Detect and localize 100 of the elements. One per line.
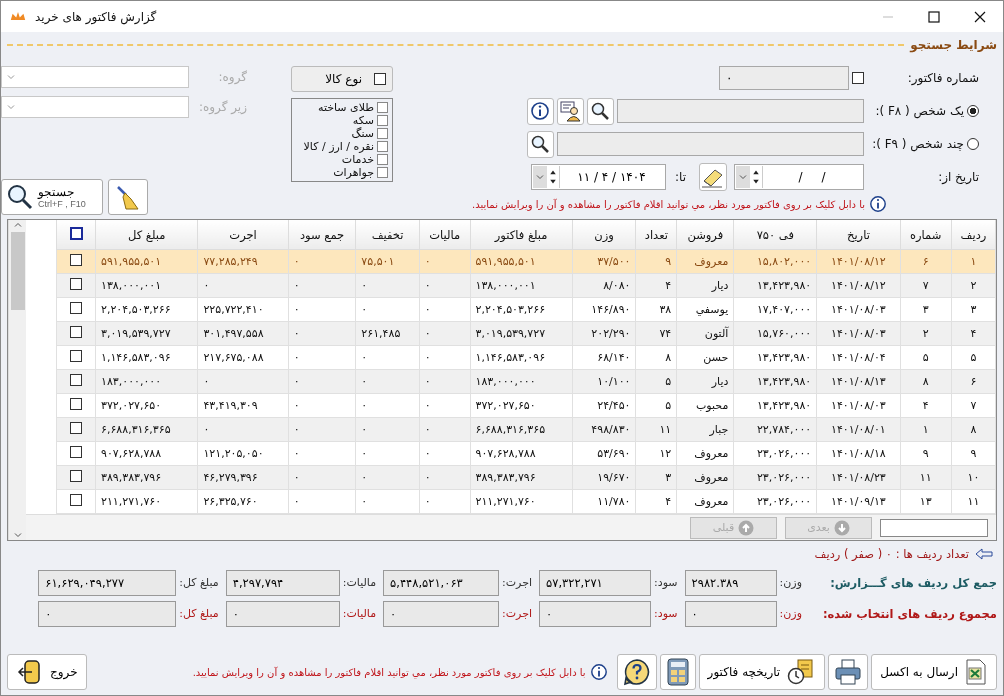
column-header[interactable]: تخفیف bbox=[355, 220, 420, 250]
column-header[interactable]: فی ۷۵۰ bbox=[733, 220, 817, 250]
exit-button[interactable]: خروج bbox=[7, 654, 87, 690]
info-button[interactable] bbox=[527, 97, 554, 125]
input-field[interactable]: ۰ bbox=[684, 600, 777, 627]
table-row[interactable]: ۷ ۴ ۱۴۰۱/۰۸/۰۳ ۱۳,۴۲۳,۹۸۰ محبوب ۵ ۲۴/۴۵۰ ۳۷۲,۰۲۷,۶۵۰ ۰ ۰ ۰ ۴۳,۴۱۹,۳۰۹ ۳۷۲,۰۲۷,۶۵۰ bbox=[56, 393, 996, 418]
excel-button[interactable]: ارسال به اکسل bbox=[871, 654, 997, 690]
eraser-button[interactable] bbox=[699, 163, 727, 191]
item-type-button[interactable]: نوع کالا bbox=[291, 66, 393, 92]
checkbox[interactable] bbox=[377, 128, 388, 139]
table-cell: ۱۳,۴۲۳,۹۸۰ bbox=[733, 369, 817, 394]
row-checkbox[interactable] bbox=[70, 398, 82, 410]
date-field[interactable]: ۱۴۰۴ / ۴ / ۱۱ bbox=[530, 164, 666, 190]
table-cell: ۰ bbox=[355, 441, 420, 466]
checkbox[interactable] bbox=[377, 115, 388, 126]
row-checkbox[interactable] bbox=[70, 374, 82, 386]
input-field[interactable]: ۴,۲۹۷,۷۹۴ bbox=[225, 569, 340, 596]
checkbox[interactable] bbox=[852, 72, 864, 84]
table-cell: ۵ bbox=[951, 345, 996, 370]
select-all-checkbox[interactable] bbox=[69, 226, 83, 240]
table-cell: ۳۸۹,۳۸۳,۷۹۶ bbox=[95, 465, 198, 490]
column-header[interactable]: شماره bbox=[900, 220, 952, 250]
table-cell: ۸/۰۸۰ bbox=[572, 273, 636, 298]
scrollbar[interactable] bbox=[8, 220, 26, 540]
row-checkbox[interactable] bbox=[70, 254, 82, 266]
table-row[interactable]: ۲ ۷ ۱۴۰۱/۰۸/۱۲ ۱۳,۴۲۳,۹۸۰ دیار ۴ ۸/۰۸۰ ۱۳۸,۰۰۰,۰۰۱ ۰ ۰ ۰ ۰ ۱۳۸,۰۰۰,۰۰۱ bbox=[56, 273, 996, 298]
search-button[interactable] bbox=[527, 130, 554, 158]
row-checkbox[interactable] bbox=[70, 278, 82, 290]
table-cell: ۵ bbox=[900, 345, 952, 370]
table-row[interactable]: ۶ ۸ ۱۴۰۱/۰۸/۱۳ ۱۳,۴۲۳,۹۸۰ دیار ۵ ۱۰/۱۰۰ ۱۸۳,۰۰۰,۰۰۰ ۰ ۰ ۰ ۰ ۱۸۳,۰۰۰,۰۰۰ bbox=[56, 369, 996, 394]
row-checkbox[interactable] bbox=[70, 470, 82, 482]
column-header[interactable]: اجرت bbox=[197, 220, 289, 250]
table-row[interactable]: ۵ ۵ ۱۴۰۱/۰۸/۰۴ ۱۳,۴۲۳,۹۸۰ حسن ۸ ۶۸/۱۴۰ ۱,۱۴۶,۵۸۳,۰۹۶ ۰ ۰ ۰ ۲۱۷,۶۷۵,۰۸۸ ۱,۱۴۶,۵۸۳,۰۹۶ bbox=[56, 345, 996, 370]
table-cell: ۱۳۸,۰۰۰,۰۰۱ bbox=[470, 273, 573, 298]
table-cell: ۱۴۰۱/۰۸/۱۳ bbox=[816, 369, 901, 394]
scrollbar-thumb[interactable] bbox=[10, 232, 25, 310]
calculator-button[interactable] bbox=[659, 654, 696, 690]
input-field[interactable]: ۰ bbox=[719, 66, 849, 90]
table-row[interactable]: ۸ ۱ ۱۴۰۱/۰۸/۰۱ ۲۲,۷۸۴,۰۰۰ جبار ۱۱ ۴۹۸/۸۳۰ ۶,۶۸۸,۳۱۶,۳۶۵ ۰ ۰ ۰ ۰ ۶,۶۸۸,۳۱۶,۳۶۵ bbox=[56, 417, 996, 442]
row-checkbox[interactable] bbox=[70, 494, 82, 506]
notice-text: با دابل کلیک بر روی فاکتور مورد نظر، مي توانيد اقلام فاکتور را مشاهده و آن را ويرايش نماييد. bbox=[472, 198, 865, 210]
column-header[interactable]: مبلغ فاکتور bbox=[470, 220, 573, 250]
row-checkbox[interactable] bbox=[70, 446, 82, 458]
table-cell: ۱۴۰۱/۰۸/۱۸ bbox=[816, 441, 901, 466]
table-cell: ۱,۱۴۶,۵۸۳,۰۹۶ bbox=[470, 345, 573, 370]
input-field[interactable]: ۵۷,۳۲۲,۲۷۱ bbox=[539, 569, 652, 596]
checkbox[interactable] bbox=[374, 73, 386, 85]
table-cell: ۰ bbox=[419, 369, 470, 394]
input-field[interactable]: ۰ bbox=[225, 600, 340, 627]
input-field[interactable]: ۶۱,۶۲۹,۰۴۹,۲۷۷ bbox=[38, 569, 177, 596]
input-field[interactable]: ۰ bbox=[38, 600, 177, 627]
table-cell: ۰ bbox=[355, 465, 420, 490]
table-cell: ۱۴۰۱/۰۸/۱۲ bbox=[816, 249, 901, 274]
table-cell: ۲ bbox=[900, 321, 952, 346]
table-cell: ۱۴۰۱/۰۸/۰۳ bbox=[816, 393, 901, 418]
app-logo-icon bbox=[9, 11, 27, 22]
checkbox[interactable] bbox=[377, 141, 388, 152]
table-row[interactable]: ۹ ۹ ۱۴۰۱/۰۸/۱۸ ۲۳,۰۲۶,۰۰۰ معروف ۱۲ ۵۳/۶۹۰ ۹۰۷,۶۲۸,۷۸۸ ۰ ۰ ۰ ۱۲۱,۲۰۵,۰۵۰ ۹۰۷,۶۲۸,۷۸۸ bbox=[56, 441, 996, 466]
table-row[interactable]: ۱ ۶ ۱۴۰۱/۰۸/۱۲ ۱۵,۸۰۲,۰۰۰ معروف ۹ ۳۷/۵۰۰ ۵۹۱,۹۵۵,۵۰۱ ۰ ۷۵,۵۰۱ ۰ ۷۷,۲۸۵,۲۴۹ ۵۹۱,۹۵۵,۵۰۱ bbox=[56, 249, 996, 274]
table-cell: ۰ bbox=[355, 393, 420, 418]
row-checkbox[interactable] bbox=[70, 326, 82, 338]
column-header[interactable]: وزن bbox=[572, 220, 636, 250]
table-cell: ۴ bbox=[900, 393, 952, 418]
column-header[interactable]: تعداد bbox=[635, 220, 677, 250]
input-field[interactable]: ۰ bbox=[539, 600, 652, 627]
checkbox[interactable] bbox=[377, 102, 388, 113]
row-checkbox[interactable] bbox=[70, 422, 82, 434]
column-header[interactable]: مالیات bbox=[419, 220, 470, 250]
table-cell: ۰ bbox=[419, 297, 470, 322]
search-button[interactable] bbox=[586, 97, 614, 125]
table-row[interactable]: ۴ ۲ ۱۴۰۱/۰۸/۰۳ ۱۵,۷۶۰,۰۰۰ آلتون ۷۴ ۲۰۲/۲۹۰ ۳,۰۱۹,۵۳۹,۷۲۷ ۰ ۲۶۱,۴۸۵ ۰ ۳۰۱,۴۹۷,۵۵۸ ۳,۰۱۹,۵۳۹,۷۲۷ bbox=[56, 321, 996, 346]
table-cell: ۸ bbox=[635, 345, 677, 370]
history-button[interactable]: تاریخچه فاکتور bbox=[698, 654, 826, 690]
table-cell: ۱۳ bbox=[900, 489, 952, 514]
input-field[interactable] bbox=[616, 99, 865, 123]
help-button[interactable] bbox=[616, 654, 657, 690]
column-header[interactable]: تاریخ bbox=[816, 220, 901, 250]
column-header[interactable]: ردیف bbox=[951, 220, 996, 250]
input-field[interactable] bbox=[880, 518, 988, 537]
clear-button[interactable] bbox=[108, 179, 148, 215]
checkbox[interactable] bbox=[377, 154, 388, 165]
table-row[interactable]: ۱۱ ۱۳ ۱۴۰۱/۰۹/۱۳ ۲۳,۰۲۶,۰۰۰ معروف ۴ ۱۱/۷۸۰ ۲۱۱,۲۷۱,۷۶۰ ۰ ۰ ۰ ۲۶,۳۲۵,۷۶۰ ۲۱۱,۲۷۱,۷۶۰ bbox=[56, 489, 996, 514]
person-card-button[interactable] bbox=[556, 97, 584, 125]
input-field[interactable]: ۲۹۸۲.۳۸۹ bbox=[684, 569, 777, 596]
column-header[interactable]: فروشن bbox=[676, 220, 734, 250]
input-field[interactable]: ۵,۴۴۸,۵۲۱,۰۶۳ bbox=[383, 569, 500, 596]
chevron-down-icon bbox=[6, 102, 16, 112]
checkbox[interactable] bbox=[377, 167, 388, 178]
radio-button[interactable] bbox=[967, 105, 979, 117]
column-header[interactable]: جمع سود bbox=[288, 220, 356, 250]
table-cell: ۲۲,۷۸۴,۰۰۰ bbox=[733, 417, 817, 442]
row-checkbox[interactable] bbox=[70, 350, 82, 362]
table-row[interactable]: ۱۰ ۱۱ ۱۴۰۱/۰۸/۲۳ ۲۳,۰۲۶,۰۰۰ معروف ۳ ۱۹/۶۷۰ ۳۸۹,۳۸۳,۷۹۶ ۰ ۰ ۰ ۴۶,۲۷۹,۳۹۶ ۳۸۹,۳۸۳,۷۹۶ bbox=[56, 465, 996, 490]
table-row[interactable]: ۳ ۳ ۱۴۰۱/۰۸/۰۳ ۱۷,۴۰۷,۰۰۰ يوسفي ۳۸ ۱۴۶/۸۹۰ ۲,۲۰۴,۵۰۳,۲۶۶ ۰ ۰ ۰ ۲۲۵,۷۲۲,۴۱۰ ۲,۲۰۴,۵۰۳,۲۶۶ bbox=[56, 297, 996, 322]
print-button[interactable] bbox=[828, 654, 869, 690]
input-field[interactable]: ۰ bbox=[383, 600, 500, 627]
input-field[interactable] bbox=[556, 132, 865, 156]
radio-button[interactable] bbox=[967, 138, 979, 150]
column-header[interactable]: مبلغ کل bbox=[95, 220, 198, 250]
row-checkbox[interactable] bbox=[70, 302, 82, 314]
